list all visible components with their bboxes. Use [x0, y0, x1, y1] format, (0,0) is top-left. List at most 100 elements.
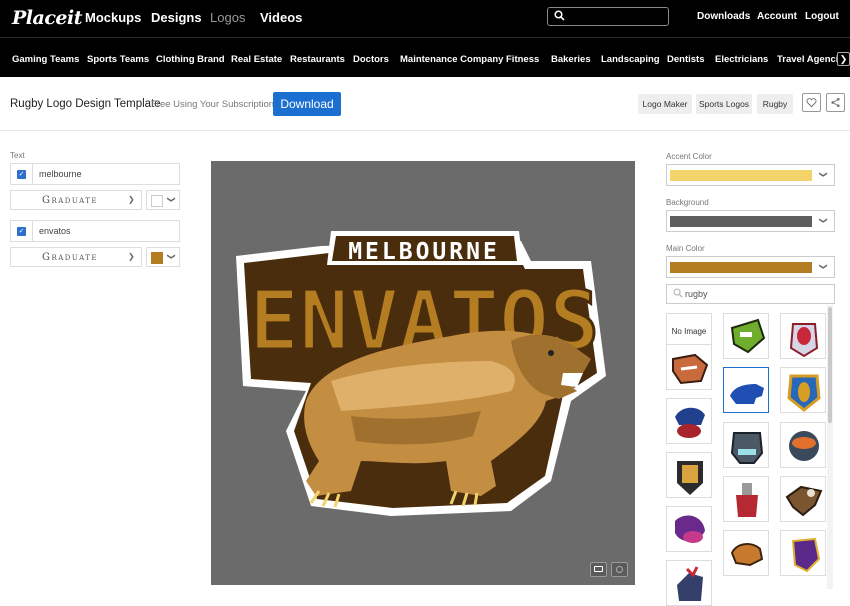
- scrollbar-thumb[interactable]: [828, 307, 832, 423]
- graphic-option[interactable]: [723, 422, 769, 468]
- top-search-input[interactable]: [547, 7, 669, 26]
- tag-sports-logos[interactable]: Sports Logos: [696, 94, 752, 114]
- accent-color-swatch: [670, 170, 812, 181]
- chevron-down-icon: ❯: [166, 253, 176, 260]
- graphic-option[interactable]: [723, 476, 769, 522]
- wolf-mascot-icon: [730, 543, 764, 567]
- category-link[interactable]: Doctors: [353, 54, 389, 65]
- color-swatch: [151, 195, 163, 207]
- text-field-value: melbourne: [39, 169, 82, 179]
- background-label: Background: [666, 198, 709, 207]
- checkbox-checked-icon[interactable]: ✓: [17, 227, 26, 236]
- font-select-1[interactable]: Graduate ❯: [10, 190, 142, 210]
- category-link[interactable]: Travel Agencie: [777, 54, 844, 65]
- category-link[interactable]: Fitness: [506, 54, 539, 65]
- fox-mascot-icon: [672, 353, 709, 385]
- nav-mockups[interactable]: Mockups: [85, 10, 141, 25]
- background-color-swatch: [670, 216, 812, 227]
- category-link[interactable]: Dentists: [667, 54, 704, 65]
- text-color-select-2[interactable]: ❯: [146, 247, 180, 267]
- chevron-down-icon: ❯: [128, 195, 135, 204]
- category-scroll-right-button[interactable]: ❯: [837, 52, 850, 66]
- design-canvas[interactable]: MELBOURNE ENVATOS: [211, 161, 635, 585]
- eagle-mascot-icon: [785, 485, 823, 517]
- text-field-value: envatos: [39, 226, 71, 236]
- category-link[interactable]: Landscaping: [601, 54, 660, 65]
- rooster-mascot-icon: [677, 566, 703, 601]
- background-color-select[interactable]: ❯: [666, 210, 835, 232]
- graphic-option-selected[interactable]: [723, 367, 769, 413]
- divider: [32, 164, 33, 184]
- bear-mascot-icon: [730, 384, 764, 404]
- category-link[interactable]: Sports Teams: [87, 54, 149, 65]
- nav-account[interactable]: Account: [757, 11, 797, 22]
- tag-rugby[interactable]: Rugby: [757, 94, 793, 114]
- main-color-select[interactable]: ❯: [666, 256, 835, 278]
- share-icon: [831, 97, 840, 108]
- category-link[interactable]: Real Estate: [231, 54, 282, 65]
- template-title-row: Rugby Logo Design Template Free Using Yo…: [0, 77, 850, 131]
- category-link[interactable]: Gaming Teams: [12, 54, 79, 65]
- graphic-option[interactable]: [780, 422, 826, 468]
- center-view-button[interactable]: [611, 562, 628, 577]
- tag-logo-maker[interactable]: Logo Maker: [638, 94, 692, 114]
- placeit-logo[interactable]: Placeit: [12, 7, 82, 29]
- share-button[interactable]: [826, 93, 845, 112]
- search-value: rugby: [685, 289, 708, 299]
- color-swatch: [151, 252, 163, 264]
- graphic-option[interactable]: [780, 367, 826, 413]
- graphic-option[interactable]: [666, 452, 712, 498]
- accent-color-select[interactable]: ❯: [666, 164, 835, 186]
- chevron-down-icon: ❯: [818, 263, 828, 270]
- fit-view-button[interactable]: [590, 562, 607, 577]
- rugby-bear-logo: MELBOURNE ENVATOS: [236, 231, 606, 516]
- crosshair-icon: [616, 566, 623, 573]
- graphic-option[interactable]: [666, 560, 712, 606]
- chevron-down-icon: ❯: [818, 171, 828, 178]
- graphic-option[interactable]: [780, 313, 826, 359]
- graphic-option[interactable]: [666, 398, 712, 444]
- nav-downloads[interactable]: Downloads: [697, 11, 750, 22]
- top-navbar: Placeit Mockups Designs Logos Videos Dow…: [0, 0, 850, 37]
- lizard-mascot-icon: [730, 318, 766, 354]
- graphic-option[interactable]: [666, 344, 712, 390]
- rugby-ball-player-icon: [675, 407, 705, 438]
- search-icon: [673, 288, 683, 298]
- nav-logos[interactable]: Logos: [210, 10, 245, 25]
- graphic-option[interactable]: [780, 476, 826, 522]
- nav-logout[interactable]: Logout: [805, 11, 839, 22]
- category-link[interactable]: Maintenance Company: [400, 54, 503, 65]
- text-section-label: Text: [10, 151, 25, 160]
- helmet-crest-icon: [789, 323, 819, 358]
- chevron-right-icon: ❯: [839, 54, 848, 64]
- ball-shield-icon: [787, 374, 821, 412]
- graphic-option[interactable]: [723, 530, 769, 576]
- chevron-down-icon: ❯: [128, 252, 135, 261]
- ball-badge-icon: [789, 431, 819, 461]
- text-color-select-1[interactable]: ❯: [146, 190, 180, 210]
- graphics-scrollbar[interactable]: [827, 305, 833, 589]
- nav-videos[interactable]: Videos: [260, 10, 302, 25]
- purple-ball-icon: [675, 515, 705, 543]
- gorilla-mascot-icon: [730, 432, 764, 464]
- category-link[interactable]: Clothing Brand: [156, 54, 225, 65]
- download-button[interactable]: Download: [273, 92, 341, 116]
- font-select-2[interactable]: Graduate ❯: [10, 247, 142, 267]
- chevron-down-icon: ❯: [818, 217, 828, 224]
- text-field-2[interactable]: ✓ envatos: [10, 220, 180, 242]
- graphic-option[interactable]: [780, 530, 826, 576]
- graphic-option[interactable]: [723, 313, 769, 359]
- main-color-swatch: [670, 262, 812, 273]
- category-link[interactable]: Electricians: [715, 54, 768, 65]
- graphic-search-input[interactable]: rugby: [666, 284, 835, 304]
- graphic-option[interactable]: [666, 506, 712, 552]
- subscription-note: Free Using Your Subscription!: [151, 99, 277, 110]
- nav-designs[interactable]: Designs: [151, 10, 202, 25]
- favorite-button[interactable]: [802, 93, 821, 112]
- heart-icon: [806, 98, 817, 108]
- accent-color-label: Accent Color: [666, 152, 712, 161]
- category-link[interactable]: Restaurants: [290, 54, 345, 65]
- category-link[interactable]: Bakeries: [551, 54, 591, 65]
- checkbox-checked-icon[interactable]: ✓: [17, 170, 26, 179]
- text-field-1[interactable]: ✓ melbourne: [10, 163, 180, 185]
